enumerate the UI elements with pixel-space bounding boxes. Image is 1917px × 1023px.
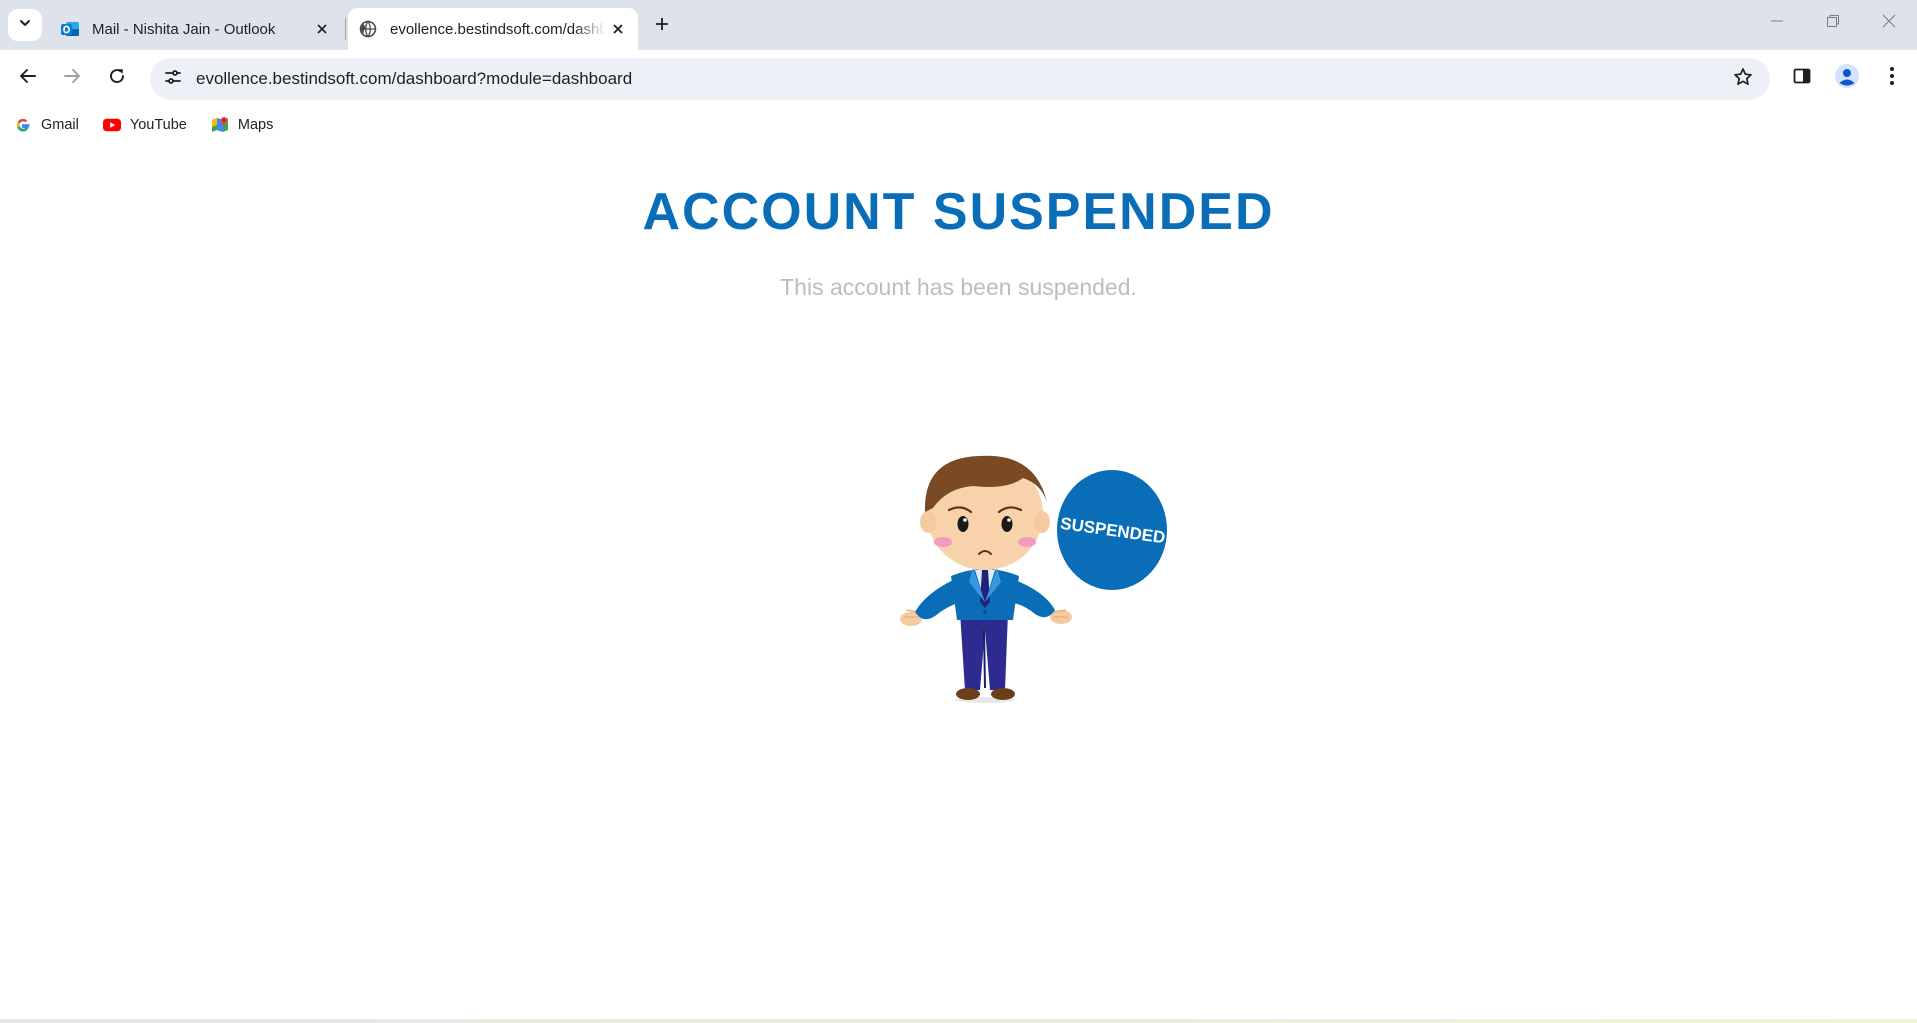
chevron-down-icon — [18, 16, 32, 35]
minimize-button[interactable] — [1749, 0, 1805, 46]
new-tab-button[interactable] — [648, 12, 676, 40]
google-icon — [14, 116, 32, 134]
youtube-icon — [102, 116, 121, 134]
page-content: ACCOUNT SUSPENDED This account has been … — [0, 142, 1917, 1020]
bookmark-label: Gmail — [41, 117, 79, 133]
minimize-icon — [1770, 14, 1784, 33]
avatar-icon — [1834, 63, 1860, 94]
window-close-button[interactable] — [1861, 0, 1917, 46]
close-icon[interactable] — [310, 17, 334, 41]
arrow-right-icon — [63, 67, 81, 90]
reload-button[interactable] — [99, 60, 135, 96]
maps-icon — [211, 116, 229, 134]
tab-separator — [345, 18, 346, 40]
back-button[interactable] — [10, 60, 46, 96]
profile-button[interactable] — [1829, 60, 1865, 96]
url-text[interactable]: evollence.bestindsoft.com/dashboard?modu… — [196, 58, 632, 100]
bookmark-label: YouTube — [129, 117, 187, 133]
star-icon — [1733, 67, 1753, 92]
address-bar[interactable]: evollence.bestindsoft.com/dashboard?modu… — [150, 58, 1770, 100]
menu-button[interactable] — [1874, 60, 1910, 96]
globe-icon — [358, 19, 378, 39]
tune-icon — [164, 68, 182, 91]
forward-button[interactable] — [54, 60, 90, 96]
browser-toolbar: evollence.bestindsoft.com/dashboard?modu… — [0, 50, 1917, 108]
tab-evollence[interactable]: evollence.bestindsoft.com/dashboard?modu… — [348, 8, 638, 50]
arrow-left-icon — [19, 67, 37, 90]
page-title: ACCOUNT SUSPENDED — [642, 183, 1275, 241]
restore-icon — [1826, 14, 1840, 33]
outlook-icon — [60, 19, 80, 39]
tab-outlook[interactable]: Mail - Nishita Jain - Outlook — [50, 8, 342, 50]
close-icon — [1882, 14, 1896, 33]
side-panel-button[interactable] — [1784, 60, 1820, 96]
close-icon[interactable] — [606, 17, 630, 41]
tab-title: evollence.bestindsoft.com/dashboard?modu… — [390, 20, 606, 38]
side-panel-icon — [1792, 66, 1812, 91]
reload-icon — [108, 67, 126, 90]
bookmark-youtube[interactable]: YouTube — [102, 116, 187, 134]
tab-search-button[interactable] — [8, 9, 42, 41]
bottom-border — [0, 1019, 1917, 1023]
bookmark-maps[interactable]: Maps — [211, 116, 273, 134]
plus-icon — [654, 16, 670, 37]
restore-button[interactable] — [1805, 0, 1861, 46]
suspended-illustration: SUSPENDED — [895, 312, 1175, 712]
site-info-button[interactable] — [158, 64, 188, 94]
bookmark-label: Maps — [237, 117, 274, 133]
more-vertical-icon — [1889, 66, 1895, 91]
tab-title: Mail - Nishita Jain - Outlook — [92, 20, 276, 38]
bookmark-gmail[interactable]: Gmail — [14, 116, 79, 134]
bookmark-star-button[interactable] — [1728, 64, 1758, 94]
suspension-message: This account has been suspended. — [780, 274, 1137, 300]
bookmarks-bar: Gmail YouTube Maps — [0, 108, 1917, 142]
tab-strip: Mail - Nishita Jain - Outlook evollence.… — [0, 0, 1917, 50]
